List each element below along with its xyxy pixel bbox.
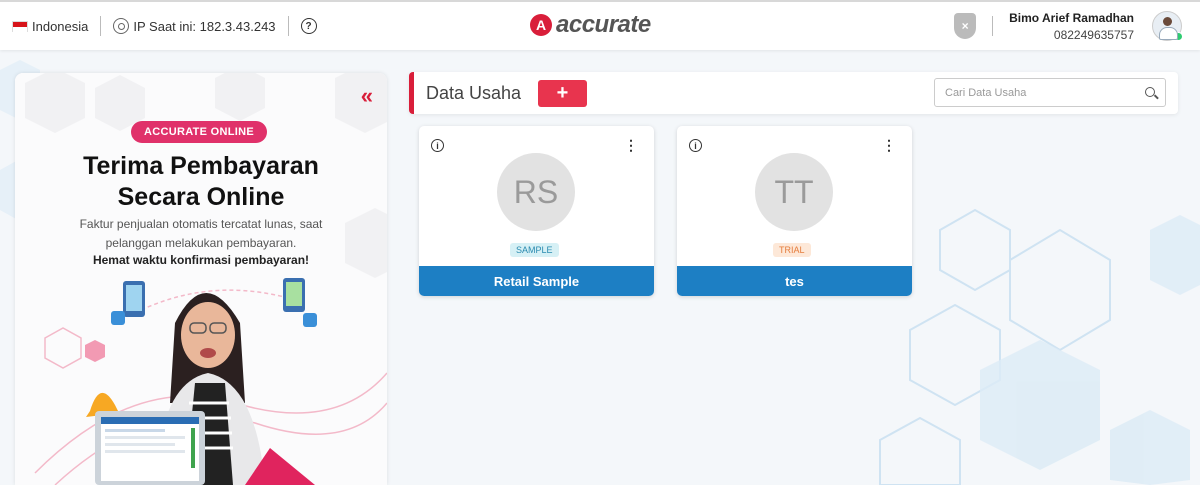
accurate-logo: A accurate [530,11,651,39]
divider [100,16,102,36]
status-badge: SAMPLE [510,243,559,257]
company-card[interactable]: i ⋮ TT TRIAL tes [677,126,912,296]
promo-banner[interactable]: « ACCURATE ONLINE Terima Pembayaran Seca… [15,73,387,485]
status-badge: TRIAL [773,243,811,257]
promo-description: Faktur penjualan otomatis tercatat lunas… [45,215,357,253]
shield-icon[interactable]: × [954,13,977,39]
company-name-button[interactable]: Retail Sample [419,266,654,296]
user-phone: 082249635757 [1053,27,1134,42]
company-avatar: TT [755,153,833,231]
help-icon[interactable]: ? [300,18,317,34]
logo-text: accurate [556,11,651,38]
info-icon[interactable]: i [431,139,444,152]
user-name: Bimo Arief Ramadhan [1009,10,1134,25]
promo-desc-line-1: Faktur penjualan otomatis tercatat lunas… [79,217,323,231]
location-pin-icon [113,18,130,34]
promo-title-line-2: Secara Online [117,183,285,211]
more-vertical-icon[interactable]: ⋮ [882,138,896,152]
divider [992,16,994,36]
promo-title-line-1: Terima Pembayaran [83,152,319,180]
top-bar: Indonesia IP Saat ini: 182.3.43.243 ? A … [0,0,1200,50]
flag-icon [12,20,28,32]
avatar[interactable] [1152,11,1183,41]
user-info[interactable]: Bimo Arief Ramadhan 082249635757 [1009,11,1134,42]
top-left-info: Indonesia IP Saat ini: 182.3.43.243 ? [12,2,317,50]
plus-icon: + [556,82,569,104]
add-data-usaha-button[interactable]: + [538,80,587,107]
search-icon[interactable] [1145,87,1155,97]
promo-desc-line-2: pelanggan melakukan pembayaran. [105,236,297,250]
info-icon[interactable]: i [689,139,702,152]
double-chevron-left-icon[interactable]: « [361,85,373,107]
divider [287,16,289,36]
company-name-button[interactable]: tes [677,266,912,296]
promo-highlight: Hemat waktu konfirmasi pembayaran! [92,253,310,267]
company-card[interactable]: i ⋮ RS SAMPLE Retail Sample [419,126,654,296]
promo-title: Terima Pembayaran Secara Online [15,151,387,213]
company-avatar: RS [497,153,575,231]
search-box[interactable] [934,78,1166,107]
page-title: Data Usaha [426,83,522,103]
country-label[interactable]: Indonesia [32,19,88,34]
ip-address-label: IP Saat ini: 182.3.43.243 [133,18,276,34]
online-status-dot [1174,32,1183,41]
search-input[interactable] [945,84,1135,102]
promo-badge: ACCURATE ONLINE [131,121,267,143]
logo-mark-icon: A [530,14,552,36]
more-vertical-icon[interactable]: ⋮ [624,138,638,152]
data-usaha-header: Data Usaha + [409,72,1178,114]
user-area: × Bimo Arief Ramadhan 082249635757 [954,2,1183,50]
